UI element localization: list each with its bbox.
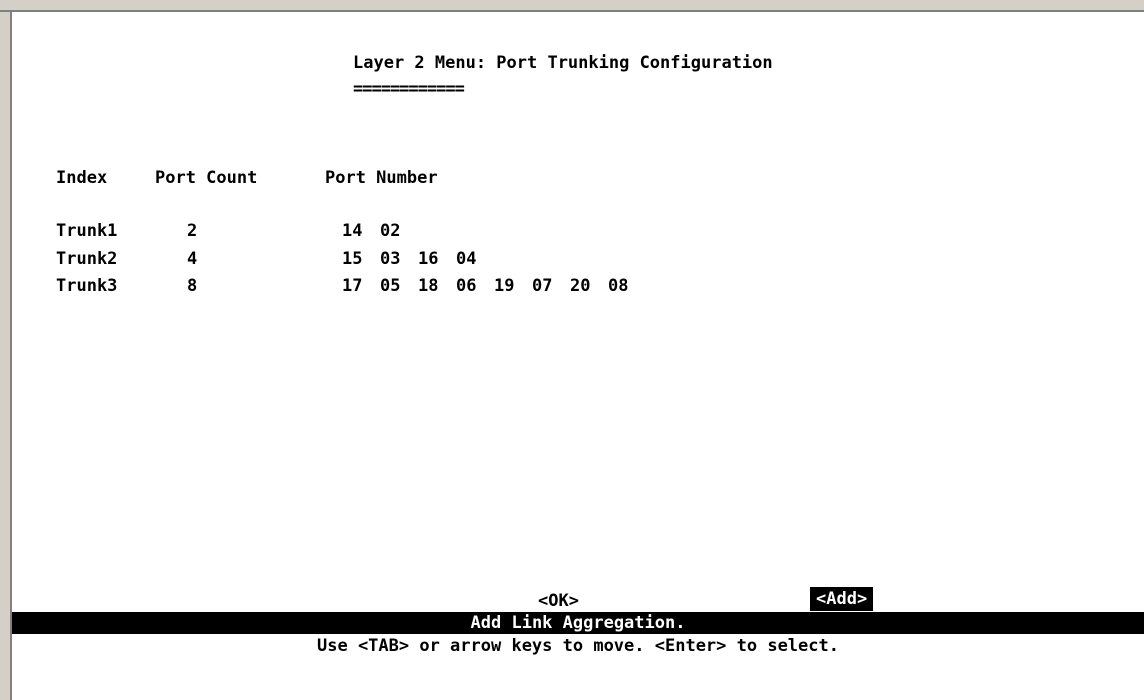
terminal-screen: Layer 2 Menu: Port Trunking Configuratio…: [12, 12, 1144, 700]
trunk-port-count: 4: [187, 249, 198, 269]
trunk-port: 20: [570, 276, 591, 296]
trunk-port: 08: [608, 276, 629, 296]
trunk-index: Trunk3: [56, 276, 118, 296]
page-title: Layer 2 Menu: Port Trunking Configuratio…: [353, 53, 773, 73]
column-header-port-count: Port Count: [155, 168, 258, 188]
title-underline: ============: [353, 79, 465, 99]
trunk-port: 19: [494, 276, 515, 296]
trunk-port-count: 8: [187, 276, 198, 296]
trunk-port: 06: [456, 276, 477, 296]
trunk-port: 16: [418, 249, 439, 269]
trunk-port: 07: [532, 276, 553, 296]
trunk-index: Trunk1: [56, 221, 118, 241]
window-top-border: [0, 0, 1144, 12]
status-bar: Add Link Aggregation.: [12, 612, 1144, 634]
window-left-border: [0, 12, 12, 700]
help-text: Use <TAB> or arrow keys to move. <Enter>…: [317, 636, 839, 656]
trunk-port: 14: [342, 221, 363, 241]
trunk-port: 18: [418, 276, 439, 296]
trunk-port: 05: [380, 276, 401, 296]
trunk-port: 03: [380, 249, 401, 269]
trunk-index: Trunk2: [56, 249, 118, 269]
table-row-trunk1[interactable]: Trunk1 2 14 02: [12, 221, 1144, 241]
column-header-port-number: Port Number: [325, 168, 438, 188]
trunk-port: 02: [380, 221, 401, 241]
trunk-port-count: 2: [187, 221, 198, 241]
table-row-trunk2[interactable]: Trunk2 4 15 03 16 04: [12, 249, 1144, 269]
table-row-trunk3[interactable]: Trunk3 8 17 05 18 06 19 07 20 08: [12, 276, 1144, 296]
trunk-port: 04: [456, 249, 477, 269]
add-button[interactable]: <Add>: [810, 587, 874, 611]
column-header-index: Index: [56, 168, 108, 188]
trunk-port: 15: [342, 249, 363, 269]
trunk-port: 17: [342, 276, 363, 296]
ok-button[interactable]: <OK>: [538, 591, 579, 611]
